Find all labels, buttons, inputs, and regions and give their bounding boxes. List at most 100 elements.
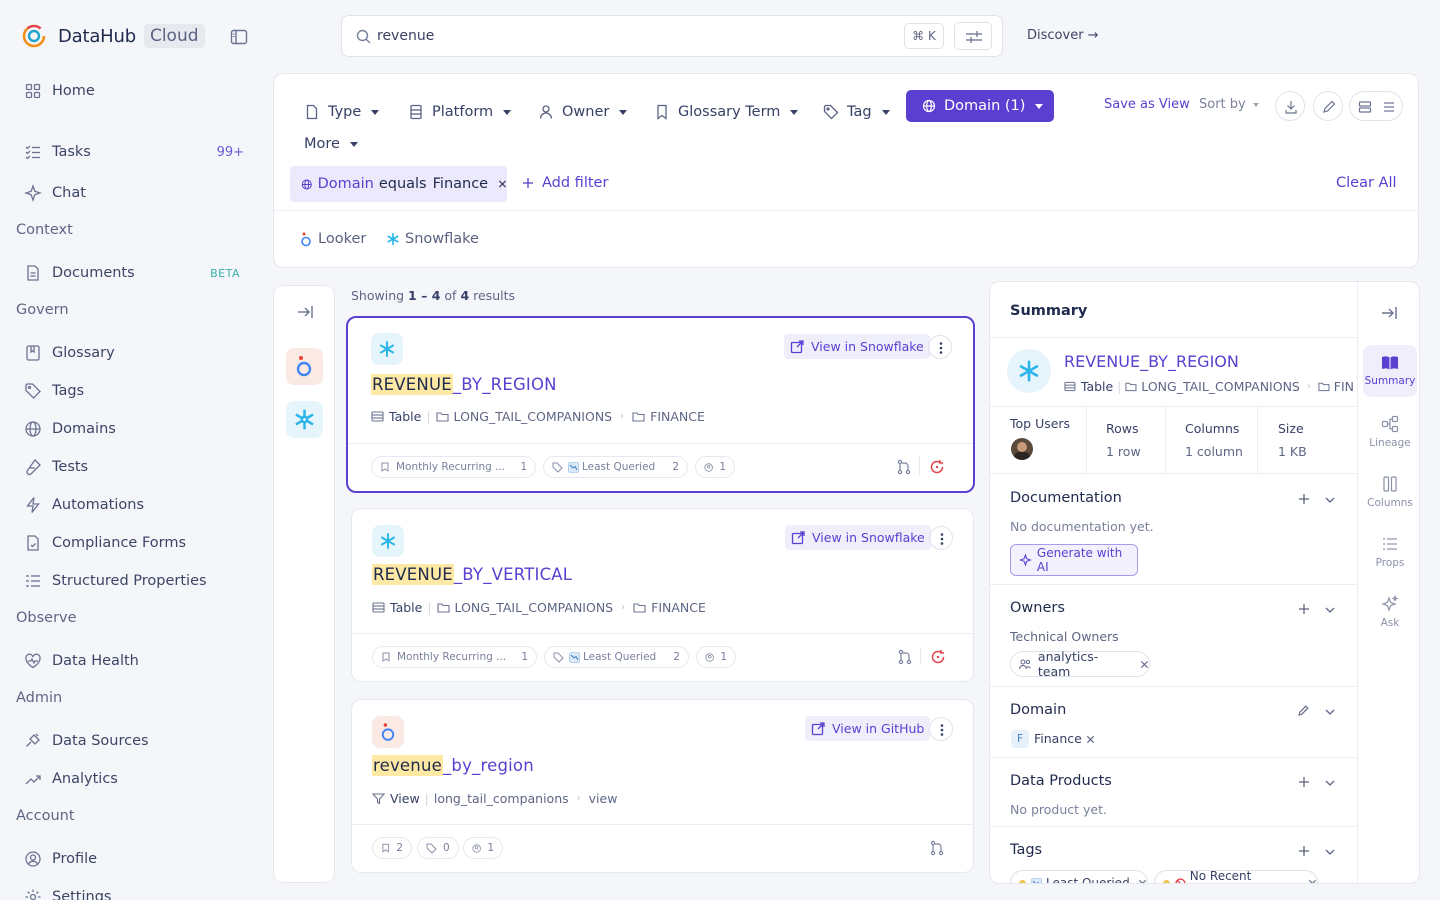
sidebar-item-home[interactable]: Home [24,79,252,103]
entity-title-link[interactable]: REVENUE_BY_VERTICAL [372,564,572,585]
filter-owner[interactable]: Owner [538,97,628,127]
tag-pill[interactable]: 0 [417,837,459,859]
entity-title-link[interactable]: revenue_by_region [372,755,534,776]
owner-pill[interactable]: 1 [696,646,736,668]
edit-button[interactable] [1313,91,1343,121]
view-in-github-button[interactable]: View in GitHub [805,716,931,741]
download-button[interactable] [1275,91,1305,121]
sidebar-item-tests[interactable]: Tests [24,455,252,479]
sidebar-item-documents[interactable]: Documents BETA [24,261,252,285]
filter-more[interactable]: More [304,129,358,159]
close-icon[interactable] [1138,879,1147,885]
close-icon[interactable] [1308,879,1317,885]
discover-link[interactable]: Discover → [1027,28,1099,43]
sidebar-item-tasks[interactable]: Tasks 99+ [24,140,252,164]
search-bar[interactable]: revenue ⌘ K [341,15,1003,57]
sidebar-toggle-icon[interactable] [230,28,248,46]
save-as-view-button[interactable]: Save as View [1104,97,1190,112]
search-input[interactable]: revenue [377,28,434,44]
sidebar-item-analytics[interactable]: Analytics [24,767,252,791]
tab-lineage[interactable]: Lineage [1358,415,1419,449]
chevron-down-icon[interactable] [1324,777,1336,789]
chevron-down-icon[interactable] [1324,604,1336,616]
chevron-down-icon[interactable] [1324,706,1336,718]
entity-schema[interactable]: FINANCE [650,409,705,424]
sidebar-item-automations[interactable]: Automations [24,493,252,517]
sidebar-item-structured-properties[interactable]: Structured Properties [24,569,252,593]
plus-icon[interactable] [1298,845,1310,857]
tab-summary[interactable]: Summary [1358,355,1419,387]
entity-schema[interactable]: view [589,791,618,806]
tab-ask[interactable]: Ask [1358,595,1419,629]
tag-pill[interactable]: Least Queried 2 [544,646,689,668]
looker-platform-button[interactable] [286,348,323,385]
owner-pill[interactable]: 1 [695,456,735,478]
refresh-alert-icon[interactable] [929,459,945,475]
filter-glossary-term[interactable]: Glossary Term [654,97,799,127]
result-card[interactable]: View in Snowflake REVENUE_BY_REGION Tabl… [346,316,975,493]
lineage-icon[interactable] [929,840,945,856]
plus-icon[interactable] [1298,603,1310,615]
result-card[interactable]: View in Snowflake REVENUE_BY_VERTICAL Ta… [351,508,974,682]
tag-chip[interactable]: No Recent Queries [1154,869,1318,885]
owner-pill[interactable]: 1 [463,837,503,859]
chevron-down-icon[interactable] [1324,846,1336,858]
platform-chip-snowflake[interactable]: Snowflake [386,231,479,247]
view-in-snowflake-button[interactable]: View in Snowflake [785,525,931,550]
sidebar-item-tags[interactable]: Tags [24,379,252,403]
refresh-alert-icon[interactable] [930,649,946,665]
expand-icon[interactable] [296,303,314,321]
entity-container[interactable]: long_tail_companions [434,791,569,806]
owner-chip[interactable]: analytics-team [1010,649,1150,679]
close-icon[interactable] [1140,660,1149,669]
sidebar-item-chat[interactable]: Chat [24,181,252,205]
plus-icon[interactable] [1298,776,1310,788]
entity-container[interactable]: LONG_TAIL_COMPANIONS [454,409,613,424]
tag-pill[interactable]: Least Queried 2 [543,456,688,478]
more-options-button[interactable] [929,717,953,741]
more-options-button[interactable] [928,335,952,359]
more-options-button[interactable] [929,526,953,550]
sidebar-item-data-sources[interactable]: Data Sources [24,729,252,753]
entity-container[interactable]: LONG_TAIL_COMPANIONS [1141,379,1300,394]
filter-type[interactable]: Type [304,97,380,127]
add-filter-button[interactable]: Add filter [522,175,608,191]
tag-chip[interactable]: Least Queried [1010,870,1148,885]
sidebar-item-data-health[interactable]: Data Health [24,649,252,673]
tab-props[interactable]: Props [1358,535,1419,569]
generate-with-ai-button[interactable]: Generate with AI [1010,544,1138,576]
close-icon[interactable] [1086,735,1095,744]
snowflake-platform-button[interactable] [286,401,323,438]
avatar[interactable] [1011,438,1033,460]
sort-by-dropdown[interactable]: Sort by [1199,97,1259,112]
glossary-term-pill[interactable]: 2 [372,837,412,859]
clear-all-button[interactable]: Clear All [1336,175,1397,191]
close-icon[interactable] [498,179,507,189]
list-view-icon[interactable] [1381,99,1397,115]
active-filter-chip[interactable]: Domain equals Finance [290,166,507,202]
filter-domain[interactable]: Domain (1) [906,90,1054,122]
platform-chip-looker[interactable]: Looker [300,231,366,247]
filter-platform[interactable]: Platform [408,97,512,127]
entity-schema[interactable]: FIN [1334,379,1354,394]
entity-title-link[interactable]: REVENUE_BY_REGION [371,374,557,395]
sidebar-item-domains[interactable]: Domains [24,417,252,441]
domain-value[interactable]: Finance [1034,731,1082,746]
chevron-down-icon[interactable] [1324,494,1336,506]
plus-icon[interactable] [1298,493,1310,505]
search-options-button[interactable] [954,22,992,50]
entity-schema[interactable]: FINANCE [651,600,706,615]
sidebar-item-settings[interactable]: Settings [24,885,252,900]
lineage-icon[interactable] [897,649,913,665]
collapse-panel-icon[interactable] [1380,304,1398,322]
glossary-term-pill[interactable]: Monthly Recurring ... 1 [371,456,536,478]
filter-tag[interactable]: Tag [823,97,890,127]
entity-container[interactable]: LONG_TAIL_COMPANIONS [455,600,614,615]
glossary-term-pill[interactable]: Monthly Recurring ... 1 [372,646,537,668]
tab-columns[interactable]: Columns [1358,475,1419,509]
view-toggle[interactable] [1349,91,1403,121]
card-view-icon[interactable] [1357,99,1373,115]
lineage-icon[interactable] [896,459,912,475]
result-card[interactable]: View in GitHub revenue_by_region View | … [351,699,974,873]
app-logo[interactable]: DataHub Cloud [22,24,205,48]
